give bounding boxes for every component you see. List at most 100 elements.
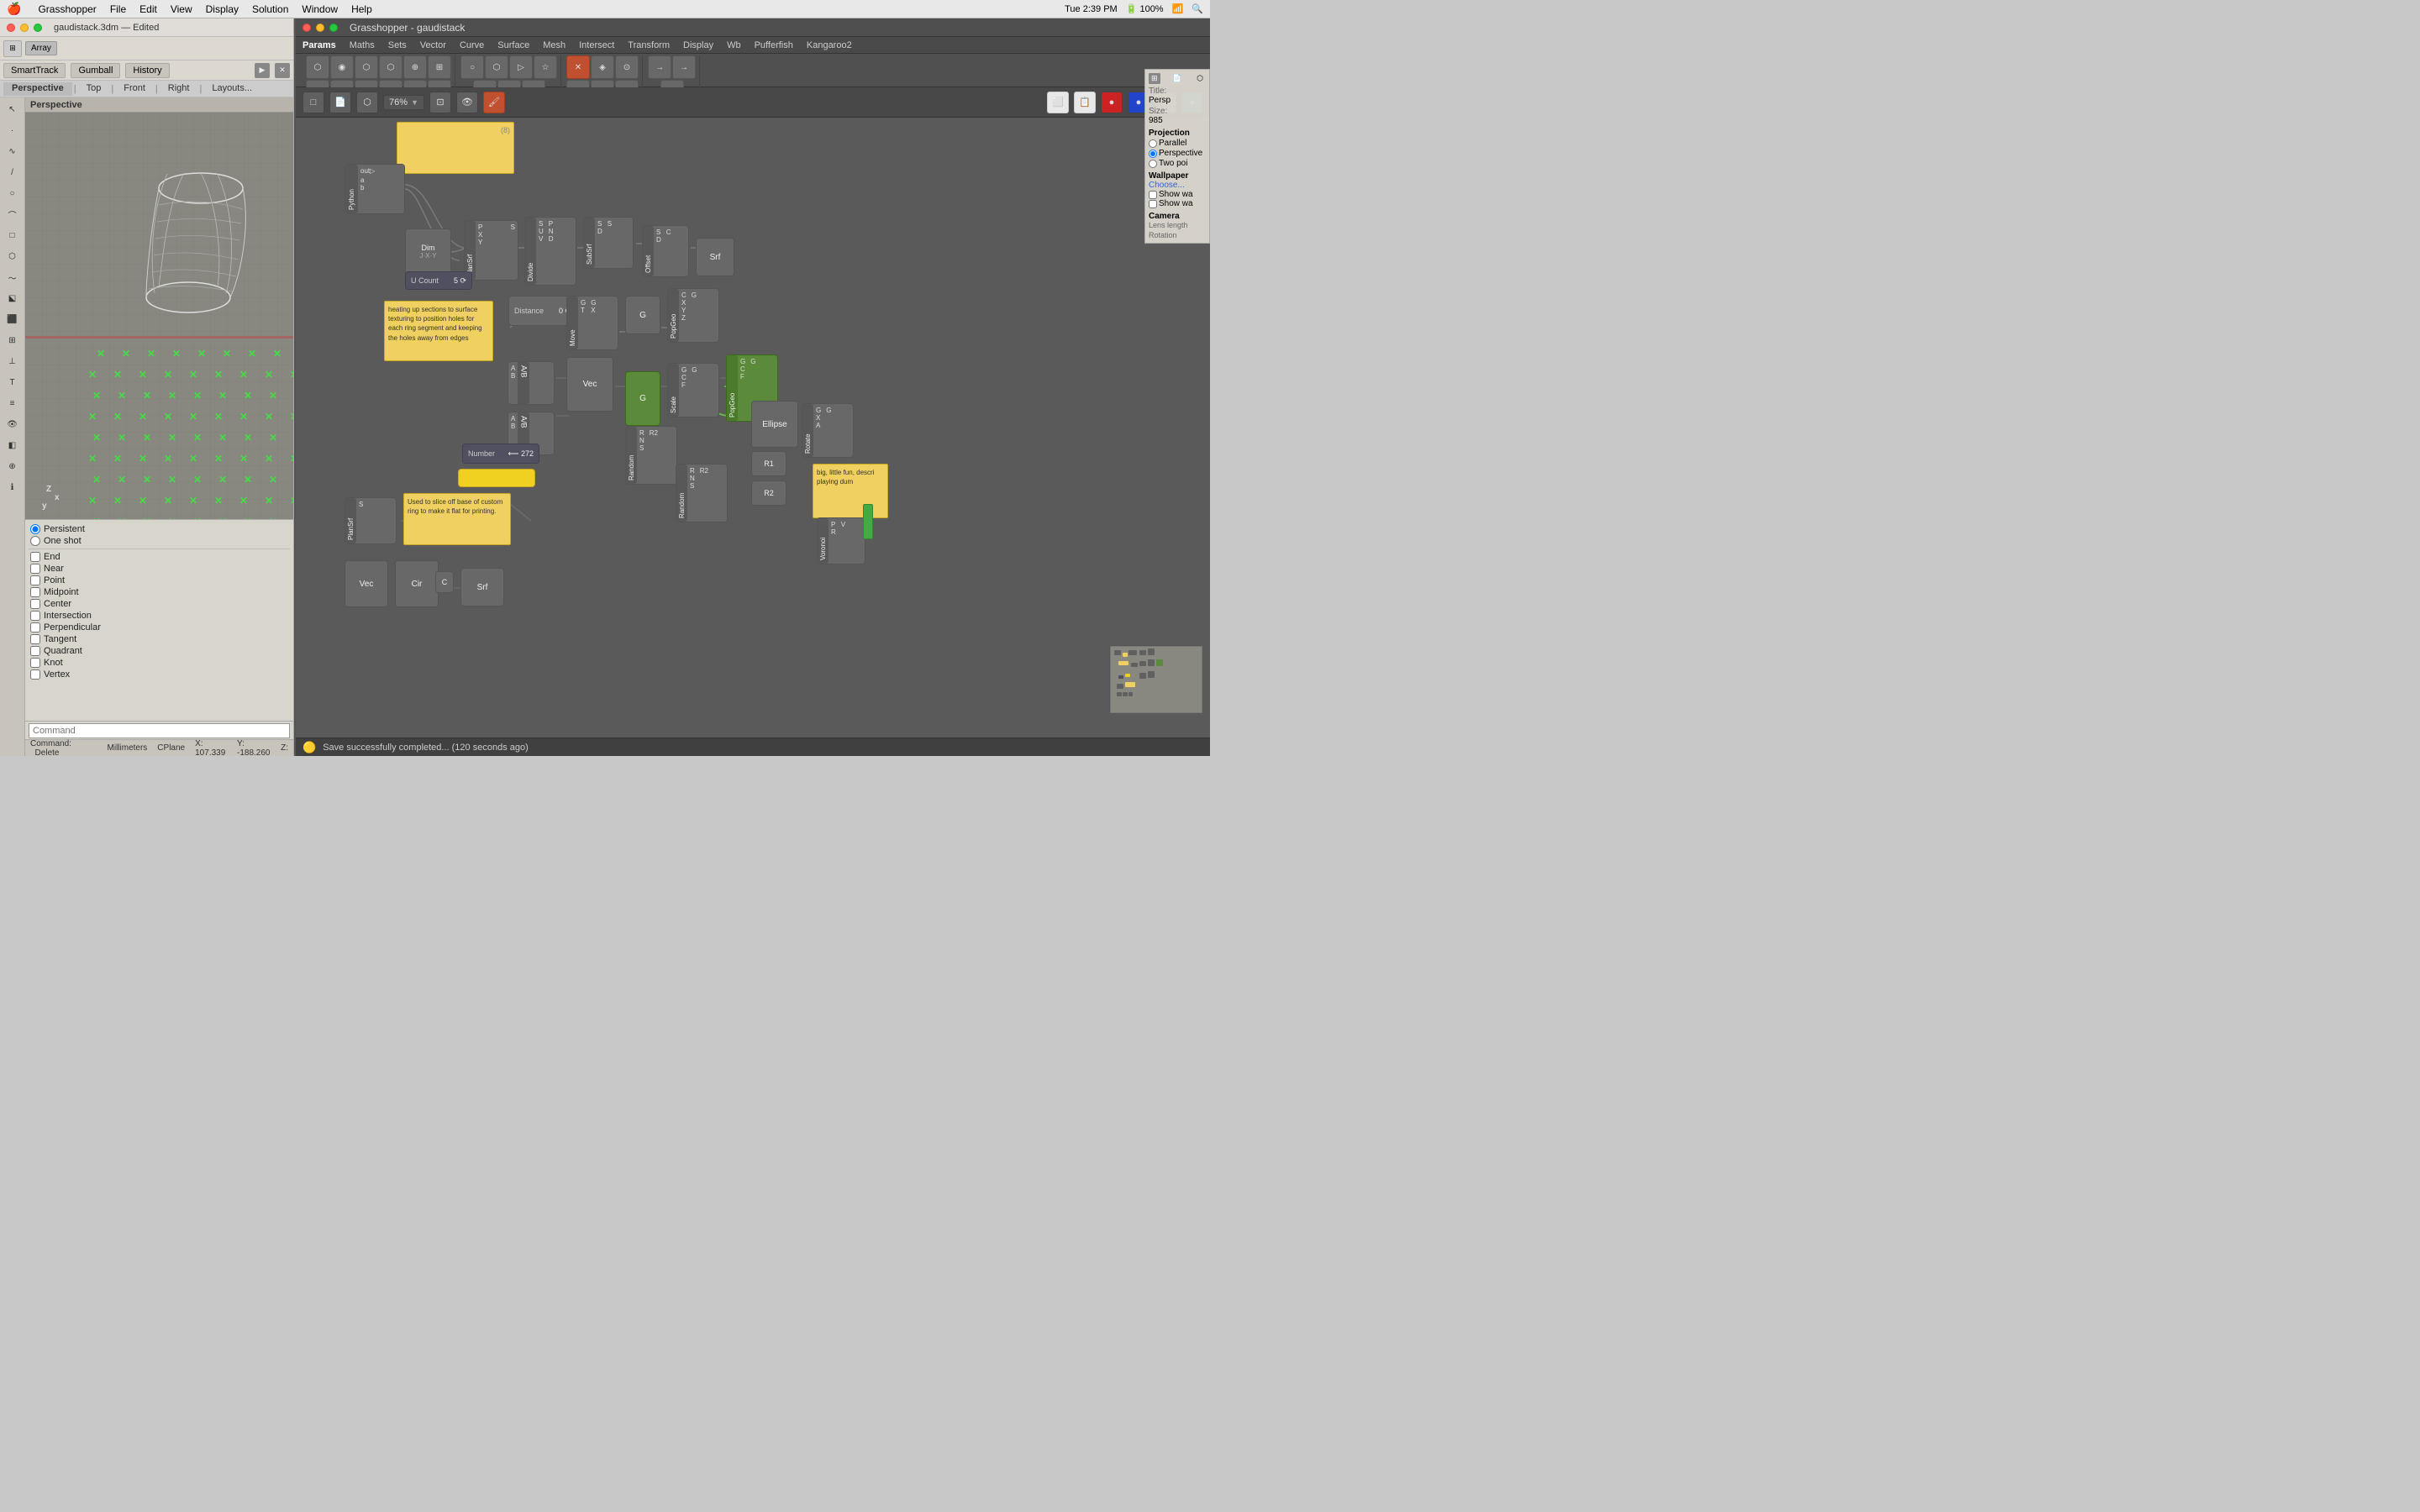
gh-tab-intersect[interactable]: Intersect [579,40,614,50]
g-node-1[interactable]: G [625,296,660,334]
python-node[interactable]: Python out▷ a b [345,164,405,214]
gh-close-button[interactable] [302,24,311,32]
analyze-tool[interactable]: ℹ [3,477,23,497]
close-panel-icon[interactable]: ✕ [275,63,290,78]
viewport-tab-top[interactable]: Top [78,82,110,96]
gh-prim-btn-3[interactable]: ▷ [509,55,533,79]
text-tool[interactable]: T [3,372,23,392]
end-checkbox[interactable] [30,552,40,562]
srf-node-2[interactable]: Srf [460,568,504,606]
dim-tool[interactable]: ⊥ [3,351,23,371]
freeform-tool[interactable]: 〜 [3,267,23,287]
scale-node[interactable]: Scale GCF G [667,363,719,417]
surface-tool[interactable]: ⬕ [3,288,23,308]
popgeo-node-1[interactable]: PopGeo CXYZ G [667,288,719,343]
line-tool[interactable]: / [3,162,23,182]
r2-node[interactable]: R2 [751,480,786,506]
knot-checkbox[interactable] [30,658,40,668]
gh-util-btn-2[interactable]: → [672,55,696,79]
gh-input-btn-1[interactable]: ✕ [566,55,590,79]
midpoint-checkbox[interactable] [30,587,40,597]
minimize-button[interactable] [20,24,29,32]
rotate-node[interactable]: Rotate GXA G [802,403,854,458]
vertex-checkbox[interactable] [30,669,40,680]
gh-input-btn-3[interactable]: ⊙ [615,55,639,79]
vec-node-2[interactable]: Vec [345,560,388,607]
gh-tab-kangaroo[interactable]: Kangaroo2 [807,40,852,50]
gh-tab-curve[interactable]: Curve [460,40,484,50]
number-node[interactable]: Number ⟵ 272 [462,444,539,464]
menubar-help[interactable]: Help [351,3,372,15]
history-button[interactable]: History [125,63,169,78]
gh-view-btn-2[interactable]: 📄 [329,92,351,113]
gh-paint-button[interactable]: 🖌 [483,92,505,113]
gh-tab-sets[interactable]: Sets [388,40,407,50]
command-input-field[interactable] [29,723,290,738]
green-strip-node[interactable] [863,504,873,539]
voronoi-node[interactable]: Voronoi PR V [817,517,865,564]
gh-geo-btn-4[interactable]: ⬡ [379,55,402,79]
gh-tab-vector[interactable]: Vector [420,40,446,50]
search-icon[interactable]: 🔍 [1192,3,1203,14]
gh-tab-surface[interactable]: Surface [497,40,529,50]
gh-tab-transform[interactable]: Transform [628,40,670,50]
menubar-view[interactable]: View [171,3,192,15]
gh-canvas[interactable]: (8) Python out▷ a b Dim J·X·Y PlanSrf [296,118,1210,738]
viewport-tab-perspective[interactable]: Perspective [3,82,72,96]
gh-view-btn-1[interactable]: □ [302,92,324,113]
gh-geo-btn-6[interactable]: ⊞ [428,55,451,79]
curve-tool[interactable]: ∿ [3,141,23,161]
point-checkbox[interactable] [30,575,40,585]
gh-eye-button[interactable]: 👁 [456,92,478,113]
solid-tool[interactable]: ⬛ [3,309,23,329]
gh-tab-display[interactable]: Display [683,40,713,50]
offset-node[interactable]: Offset SD C [642,225,689,277]
gh-minimize-button[interactable] [316,24,324,32]
gh-geo-btn-1[interactable]: ⬡ [306,55,329,79]
divide-node[interactable]: Divide SUV PND [524,217,576,286]
quadrant-checkbox[interactable] [30,646,40,656]
ucount-node[interactable]: U Count 5 ⟳ [405,271,472,290]
subsrf-node[interactable]: SubSrf SD S [583,217,634,269]
ab-node-1[interactable]: AB A/B [508,361,555,405]
point-tool[interactable]: · [3,120,23,140]
gh-tab-wb[interactable]: Wb [727,40,741,50]
gh-maximize-button[interactable] [329,24,338,32]
menubar-file[interactable]: File [110,3,126,15]
tangent-checkbox[interactable] [30,634,40,644]
gh-geo-btn-5[interactable]: ⊕ [403,55,427,79]
gh-prim-btn-1[interactable]: ○ [460,55,484,79]
random-node-1[interactable]: Random RNS R2 [625,426,677,485]
viewport-tab-right[interactable]: Right [160,82,198,96]
expand-icon[interactable]: ▶ [255,63,270,78]
viewport-tab-layouts[interactable]: Layouts... [203,82,260,96]
center-checkbox[interactable] [30,599,40,609]
r1-node[interactable]: R1 [751,451,786,476]
vec-node-1[interactable]: Vec [566,357,613,412]
hatch-tool[interactable]: ≡ [3,393,23,413]
gumball-button[interactable]: Gumball [71,63,120,78]
c-port-node[interactable]: C [435,571,454,593]
circle-tool[interactable]: ○ [3,183,23,203]
gh-tab-params[interactable]: Params [302,40,336,50]
arc-tool[interactable]: ⌒ [3,204,23,224]
array-button[interactable]: Array [25,41,57,55]
gh-fit-button[interactable]: ⊡ [429,92,451,113]
dim-node[interactable]: Dim J·X·Y [405,228,451,275]
intersection-checkbox[interactable] [30,611,40,621]
gh-geo-btn-3[interactable]: ⬡ [355,55,378,79]
gh-prim-btn-2[interactable]: ⬡ [485,55,508,79]
select-tool[interactable]: ↖ [3,99,23,119]
snap-tool[interactable]: ⊕ [3,456,23,476]
rectangle-tool[interactable]: □ [3,225,23,245]
persistent-radio[interactable] [30,524,40,534]
near-checkbox[interactable] [30,564,40,574]
maximize-button[interactable] [34,24,42,32]
gh-zoom-down-arrow[interactable]: ▼ [411,98,418,107]
menubar-edit[interactable]: Edit [139,3,157,15]
mesh-tool[interactable]: ⊞ [3,330,23,350]
g-node-2[interactable]: G [625,371,660,426]
gh-white-btn[interactable]: ⬜ [1047,92,1069,113]
gh-tab-mesh[interactable]: Mesh [543,40,566,50]
gh-doc-btn[interactable]: 📋 [1074,92,1096,113]
